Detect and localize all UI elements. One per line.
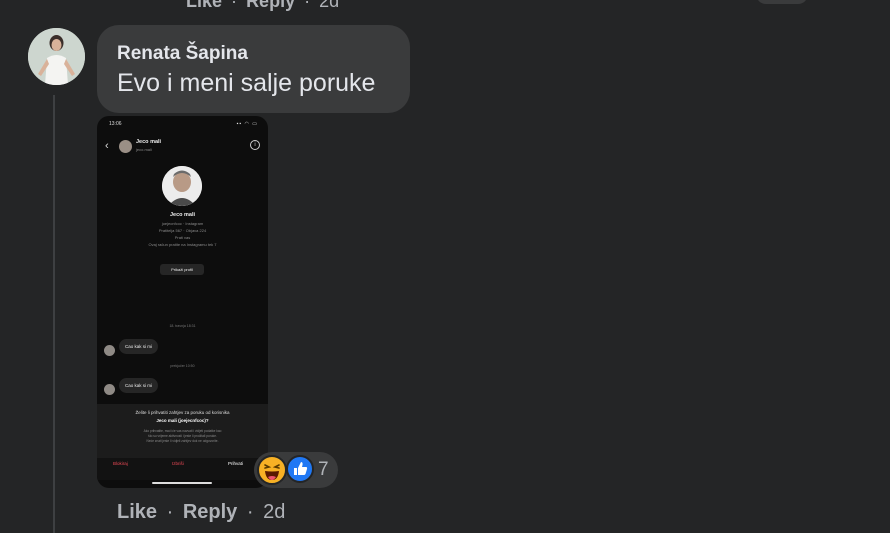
info-icon: i [250, 140, 260, 150]
back-icon: ‹ [105, 140, 109, 152]
previous-like-button[interactable]: Like [186, 0, 222, 11]
like-button[interactable]: Like [117, 501, 157, 523]
view-profile-button: Prikaži profil [160, 264, 204, 275]
separator: · [231, 0, 238, 11]
thread-line [53, 95, 55, 533]
comment-actions: Like · Reply · 2d [117, 501, 285, 524]
delete-button: Izbriši [172, 461, 184, 466]
chat-header-username: jeco.mali [136, 147, 152, 152]
home-indicator [152, 482, 212, 484]
message-bubble: Cao kak si mi [119, 378, 159, 393]
haha-icon [257, 455, 287, 485]
block-button: Blokiraj [113, 461, 128, 466]
request-info: što su vrijeme aktivnosti i jeste li pro… [148, 434, 217, 438]
profile-line: Prati vas [174, 235, 191, 240]
previous-comment-actions: Like · Reply · 2d [186, 0, 339, 12]
message-avatar [104, 384, 115, 395]
previous-reply-button[interactable]: Reply [246, 0, 295, 11]
request-question: Želite li prihvatiti zahtjev za poruku o… [135, 410, 230, 415]
profile-name: Jeco mali [169, 212, 196, 218]
previous-reaction-badge[interactable] [756, 0, 808, 4]
message-avatar [104, 345, 115, 356]
message-date: 18. travnja 18:31 [169, 324, 196, 328]
chat-avatar [119, 140, 132, 153]
haha-face-icon [264, 464, 280, 480]
reaction-count[interactable]: 7 [318, 459, 329, 481]
message-bubble: Cao kak si mi [119, 339, 159, 354]
separator: · [166, 501, 174, 523]
chat-header-name: Jeco mali [136, 139, 162, 145]
request-info: Ako prihvatite, moći će vas nazvati i vi… [143, 429, 222, 433]
man-portrait-icon [162, 166, 202, 206]
profile-line: joejecnfcoc · Instagram [161, 221, 204, 226]
profile-avatar [162, 166, 202, 206]
request-info: Neće znati jeste li vidjeli zahtjev dok … [146, 439, 219, 443]
separator: · [246, 501, 254, 523]
request-sender: Jeco mali (joejecnfcoc)? [156, 418, 209, 423]
comment-text: Evo i meni salje poruke [117, 69, 376, 97]
comment-time[interactable]: 2d [263, 501, 285, 523]
like-icon [286, 455, 314, 483]
message-date: prekjučer 10:50 [170, 364, 195, 368]
reply-button[interactable]: Reply [183, 501, 237, 523]
attached-image[interactable]: 13:06 ▪▪ ◠ ▭ ‹ Jeco mali jeco.mali i Jec… [97, 116, 268, 488]
profile-line: Pratitelja 567 · Objava 224 [158, 228, 207, 233]
comment-author[interactable]: Renata Šapina [117, 43, 248, 65]
accept-button: Prihvati [228, 461, 244, 466]
profile-photo-icon [28, 28, 85, 85]
profile-line: Ovaj račun pratite na Instagramu tek 7 [148, 242, 217, 247]
separator: · [304, 0, 311, 11]
previous-comment-time[interactable]: 2d [319, 0, 339, 11]
status-icons: ▪▪ ◠ ▭ [236, 121, 258, 127]
status-time: 13:06 [109, 121, 122, 127]
avatar[interactable] [28, 28, 85, 85]
thumbs-up-icon [294, 462, 308, 475]
